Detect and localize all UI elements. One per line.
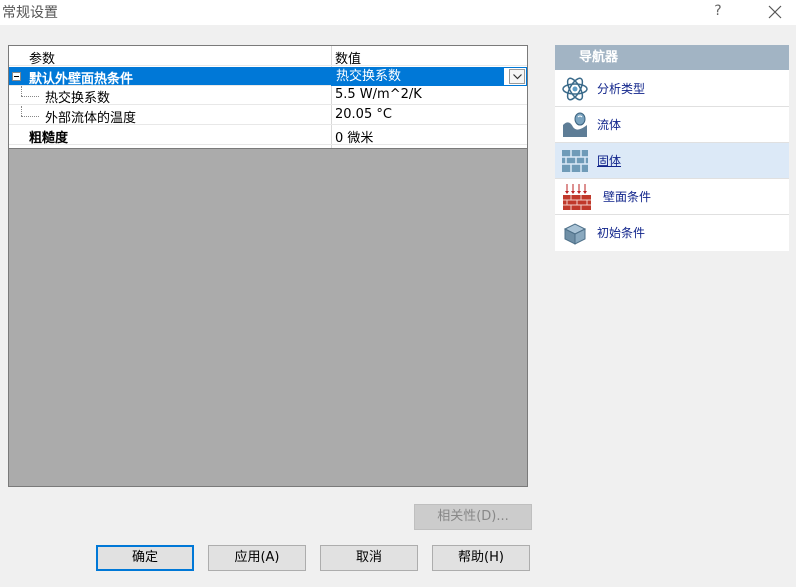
row-name: 粗糙度 xyxy=(29,131,69,146)
apply-button[interactable]: 应用(A) xyxy=(208,545,306,571)
grid-header: 参数 数值 xyxy=(9,46,527,67)
column-header-value[interactable]: 数值 xyxy=(335,48,361,67)
row-name: 默认外壁面热条件 xyxy=(29,72,134,87)
tree-line xyxy=(21,116,39,118)
row-name: 外部流体的温度 xyxy=(45,111,137,126)
nav-item-label: 初始条件 xyxy=(597,226,646,240)
help-icon[interactable]: ? xyxy=(706,0,730,24)
title-bar: 常规设置 ? xyxy=(0,0,796,25)
dependency-button[interactable]: 相关性(D)... xyxy=(414,504,532,530)
row-external-fluid-temperature[interactable]: 外部流体的温度 20.05 °C xyxy=(9,106,527,126)
nav-item-label: 分析类型 xyxy=(597,82,646,96)
property-grid-rows: 参数 数值 默认外壁面热条件 热交换系数 热交换系数 5.5 W/m^2/K 外… xyxy=(9,46,527,149)
row-value[interactable]: 20.05 °C xyxy=(335,107,392,122)
nav-item-initial-conditions[interactable]: 初始条件 xyxy=(555,215,789,251)
row-value[interactable]: 5.5 W/m^2/K xyxy=(335,87,422,102)
tree-line xyxy=(21,106,22,116)
property-grid[interactable]: 参数 数值 默认外壁面热条件 热交换系数 热交换系数 5.5 W/m^2/K 外… xyxy=(8,45,528,487)
cube-icon xyxy=(561,219,589,247)
brick-wall-icon xyxy=(561,147,589,175)
nav-item-solid[interactable]: 固体 xyxy=(555,143,789,179)
tree-line xyxy=(21,96,39,98)
nav-item-analysis-type[interactable]: 分析类型 xyxy=(555,71,789,107)
help-button[interactable]: 帮助(H) xyxy=(432,545,530,571)
collapse-icon[interactable] xyxy=(12,72,21,81)
nav-item-wall-conditions[interactable]: 壁面条件 xyxy=(555,179,789,215)
nav-item-label: 流体 xyxy=(597,118,622,132)
row-value[interactable]: 0 微米 xyxy=(335,127,373,146)
tree-line xyxy=(21,86,22,96)
thermal-condition-dropdown[interactable]: 热交换系数 xyxy=(331,67,527,86)
cancel-button[interactable]: 取消 xyxy=(320,545,418,571)
row-roughness[interactable]: 粗糙度 0 微米 xyxy=(9,126,527,146)
dropdown-value: 热交换系数 xyxy=(332,68,504,85)
nav-item-label: 壁面条件 xyxy=(603,190,652,204)
row-name: 热交换系数 xyxy=(45,91,111,106)
nav-item-fluid[interactable]: 流体 xyxy=(555,107,789,143)
close-icon[interactable] xyxy=(760,0,790,24)
nav-item-label: 固体 xyxy=(597,154,622,168)
row-default-wall-thermal-condition[interactable]: 默认外壁面热条件 热交换系数 xyxy=(9,67,527,87)
column-header-param[interactable]: 参数 xyxy=(29,48,55,67)
ok-button[interactable]: 确定 xyxy=(96,545,194,571)
atom-icon xyxy=(561,75,589,103)
row-heat-transfer-coefficient[interactable]: 热交换系数 5.5 W/m^2/K xyxy=(9,86,527,106)
navigator-title: 导航器 xyxy=(555,45,789,70)
fluid-icon xyxy=(561,111,589,139)
wall-heat-icon xyxy=(561,183,591,211)
window-title: 常规设置 xyxy=(2,5,58,21)
navigator-panel: 导航器 分析类型 流体 固体 壁面条件 初始条件 xyxy=(555,45,789,251)
chevron-down-icon[interactable] xyxy=(509,69,525,84)
